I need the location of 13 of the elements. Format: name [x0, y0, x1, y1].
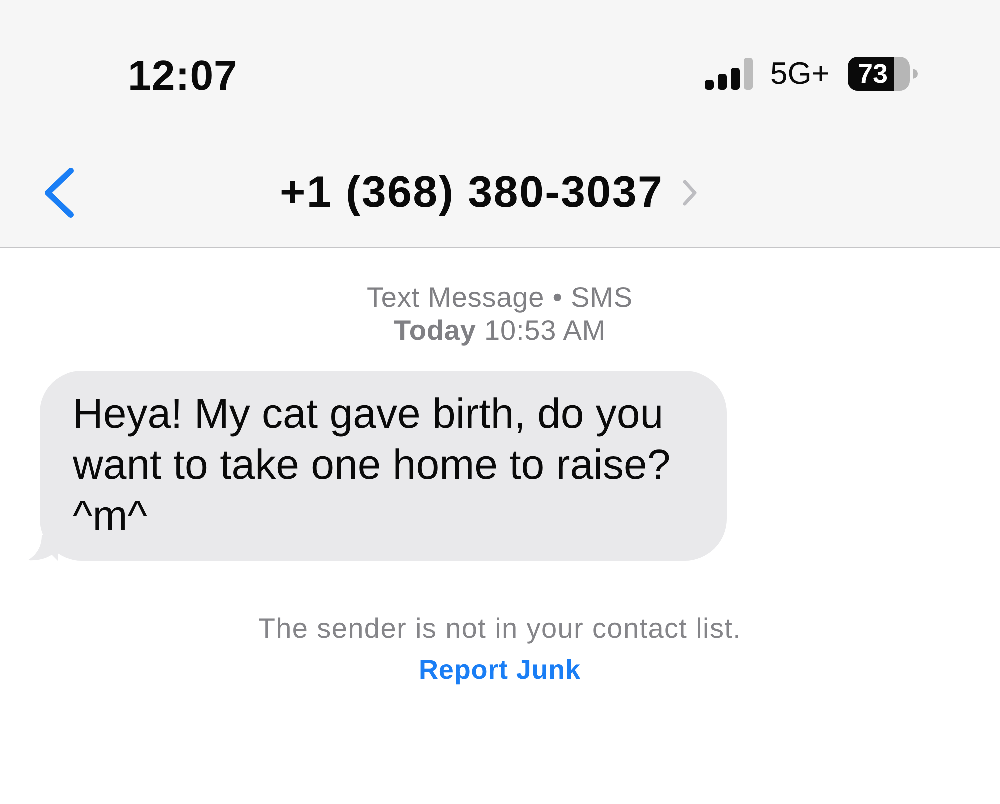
- clock-time: 12:07: [128, 52, 238, 100]
- battery-percentage: 73: [858, 58, 888, 90]
- signal-bars-icon: [704, 58, 753, 90]
- message-bubble: Heya! My cat gave birth, do you want to take one home to raise? ^m^: [40, 371, 727, 561]
- unknown-sender-notice: The sender is not in your contact list.: [258, 613, 742, 645]
- service-label: Text Message • SMS: [367, 281, 633, 314]
- message-timestamp: Today 10:53 AM: [394, 314, 606, 347]
- report-junk-link[interactable]: Report Junk: [419, 655, 581, 686]
- back-chevron-icon: [42, 166, 76, 218]
- chevron-right-icon: [682, 178, 698, 206]
- back-button[interactable]: [42, 166, 76, 218]
- battery-icon: [848, 57, 918, 91]
- network-type: 5G+: [770, 56, 830, 92]
